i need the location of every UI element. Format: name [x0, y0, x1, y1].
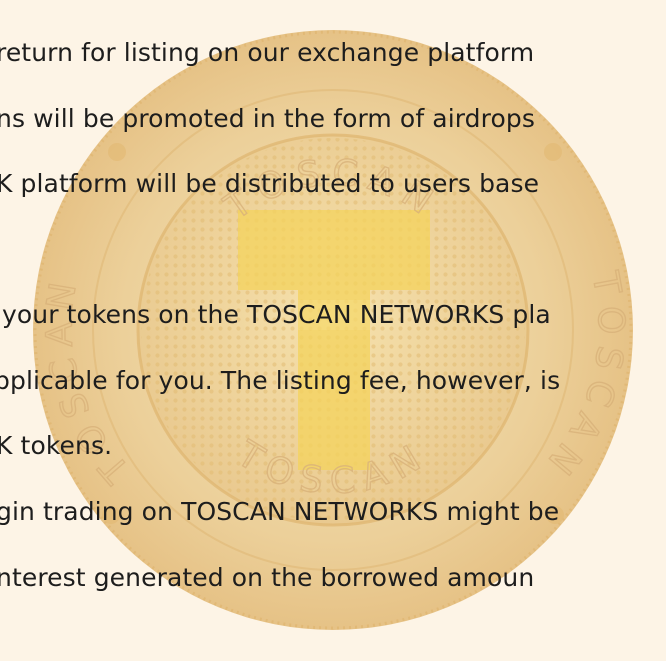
- document-line: K platform will be distributed to users …: [0, 169, 540, 198]
- document-line: ns will be promoted in the form of airdr…: [0, 104, 535, 133]
- document-line: nterest generated on the borrowed amoun: [0, 563, 535, 592]
- document-line: gin trading on TOSCAN NETWORKS might be: [0, 497, 560, 526]
- document-line: return for listing on our exchange platf…: [0, 38, 535, 67]
- document-line: K tokens.: [0, 431, 113, 460]
- document-line: pplicable for you. The listing fee, howe…: [0, 366, 561, 395]
- document-line: your tokens on the TOSCAN NETWORKS pla: [2, 300, 551, 329]
